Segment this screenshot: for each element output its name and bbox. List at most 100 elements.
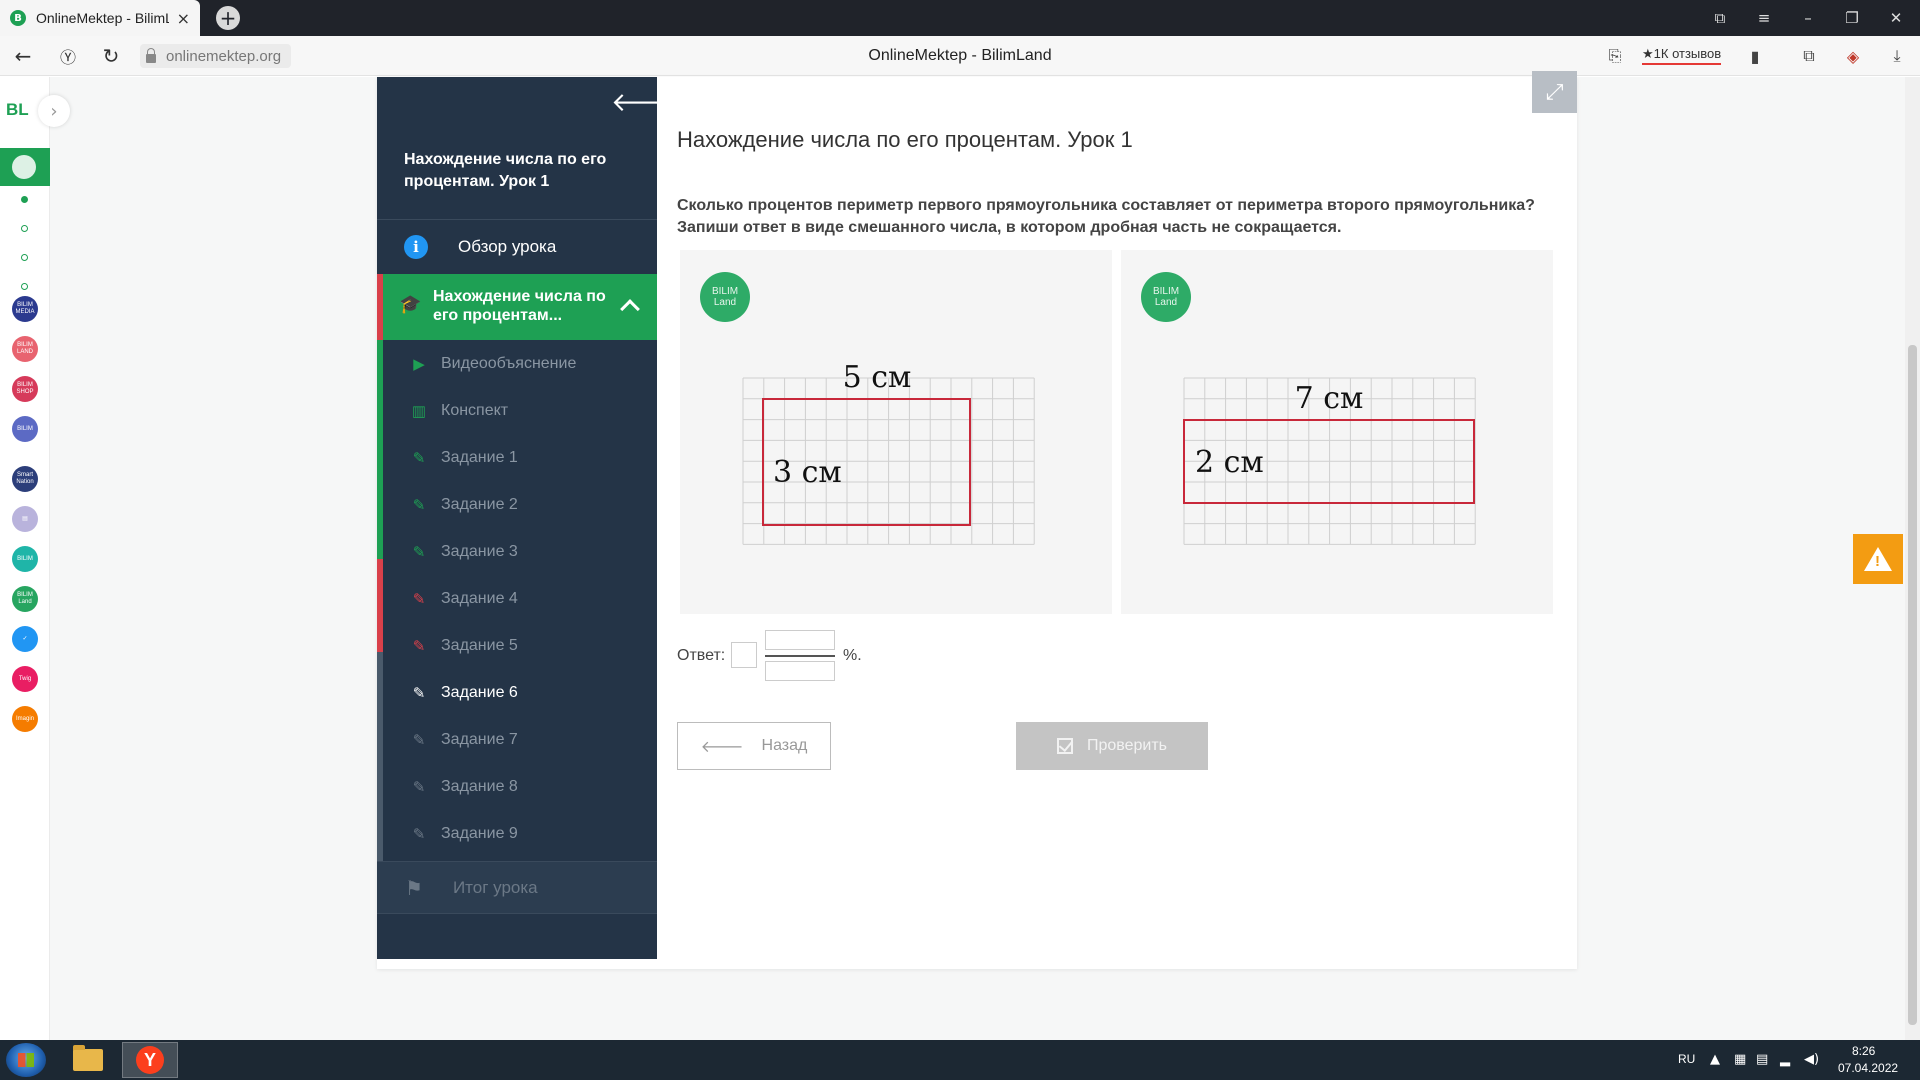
- sidebar-sub-item[interactable]: ✎ Задание 3: [383, 528, 657, 575]
- bookmarks-panel-icon[interactable]: ⧉: [1698, 0, 1742, 36]
- fraction-bar: [765, 655, 835, 657]
- bookmark-icon[interactable]: ▮: [1740, 36, 1770, 76]
- overview-label: Обзор урока: [458, 236, 557, 256]
- page-title: OnlineMektep - BilimLand: [868, 47, 1052, 64]
- sidebar-sub-item[interactable]: ✎ Задание 8: [383, 763, 657, 810]
- rail-app-icon[interactable]: Twig: [12, 666, 38, 692]
- chevron-up-icon: [620, 299, 640, 319]
- sidebar-sub-item-label: Задание 4: [441, 589, 518, 607]
- sidebar-sub-item[interactable]: ✎ Задание 2: [383, 481, 657, 528]
- rect2-width-label: 7 см: [1295, 381, 1364, 416]
- sidebar-sub-item[interactable]: ▥ Конспект: [383, 387, 657, 434]
- rail-dot[interactable]: [21, 283, 28, 290]
- rail-app-icon[interactable]: BILIM SHOP: [12, 376, 38, 402]
- scrollbar-thumb[interactable]: [1908, 345, 1917, 1025]
- back-arrow-icon[interactable]: ←: [5, 36, 41, 76]
- lesson-sub-list: ▶ Видеообъяснение ▥ Конспект ✎ Задание 1 ✎ Зада…: [377, 340, 657, 862]
- close-window-button[interactable]: ✕: [1874, 0, 1918, 36]
- sidebar-sub-item[interactable]: ✎ Задание 4: [383, 575, 657, 622]
- report-problem-button[interactable]: !: [1853, 534, 1903, 584]
- reviews-link[interactable]: ★1К отзывов: [1642, 46, 1722, 65]
- rail-expand-button[interactable]: ›: [38, 95, 70, 127]
- rail-app-icon[interactable]: BILIM: [12, 546, 38, 572]
- sidebar-sub-item-label: Задание 8: [441, 777, 518, 795]
- percent-suffix: %.: [843, 647, 862, 664]
- sidebar-item-active-lesson[interactable]: 🎓 Нахождение числа по его процентам...: [377, 274, 657, 340]
- taskbar-explorer[interactable]: [60, 1042, 116, 1078]
- sidebar-sub-item-label: Задание 2: [441, 495, 518, 513]
- warning-icon: !: [1864, 547, 1892, 571]
- collections-icon[interactable]: ⧉: [1794, 36, 1824, 76]
- sidebar-item-summary[interactable]: ⚑ Итог урока: [377, 861, 657, 914]
- clock-time[interactable]: 8:26: [1852, 1044, 1875, 1058]
- clock-date[interactable]: 07.04.2022: [1838, 1061, 1898, 1075]
- sidebar-sub-item-label: Конспект: [441, 401, 509, 419]
- tray-device-icon[interactable]: ▤: [1756, 1052, 1768, 1067]
- sidebar-item-overview[interactable]: i Обзор урока: [377, 220, 657, 273]
- rect2-height-label: 2 см: [1195, 445, 1264, 480]
- rail-app-icon[interactable]: BILIM Land: [12, 586, 38, 612]
- collapse-arrow-icon[interactable]: 🡐: [611, 87, 681, 118]
- favicon-icon: B: [10, 10, 26, 26]
- edit-icon: ✎: [412, 543, 426, 561]
- rail-item-onlinemektep[interactable]: [0, 148, 50, 186]
- sidebar-sub-item[interactable]: ✎ Задание 7: [383, 716, 657, 763]
- sidebar-sub-item-label: Видеообъяснение: [441, 354, 577, 372]
- menu-icon[interactable]: ≡: [1742, 0, 1786, 36]
- rail-app-icon[interactable]: BILIM LAND: [12, 336, 38, 362]
- address-bar: ← Ⓨ ↻ onlinemektep.org OnlineMektep - Bi…: [0, 36, 1920, 76]
- reload-icon[interactable]: ↻: [93, 36, 129, 76]
- rail-app-icon[interactable]: BILIM: [12, 416, 38, 442]
- language-indicator[interactable]: RU: [1678, 1052, 1695, 1066]
- rail-app-icon[interactable]: Imagin: [12, 706, 38, 732]
- volume-icon[interactable]: ◀): [1804, 1052, 1819, 1067]
- tray-app-icon[interactable]: ▦: [1734, 1052, 1746, 1067]
- fullscreen-button[interactable]: ⤢: [1532, 71, 1577, 113]
- sidebar-sub-item[interactable]: ▶ Видеообъяснение: [383, 340, 657, 387]
- whole-part-input[interactable]: [731, 642, 757, 668]
- expand-icon: ⤢: [1545, 79, 1564, 105]
- numerator-input[interactable]: [765, 630, 835, 650]
- network-icon[interactable]: ▂: [1780, 1052, 1790, 1067]
- browser-tab[interactable]: B OnlineMektep - BilimLand ×: [0, 0, 200, 36]
- minimize-button[interactable]: –: [1786, 0, 1830, 36]
- rail-app-icon[interactable]: Smart Nation: [12, 466, 38, 492]
- denominator-input[interactable]: [765, 661, 835, 681]
- new-tab-button[interactable]: +: [216, 6, 240, 30]
- sidebar-sub-item[interactable]: ✎ Задание 9: [383, 810, 657, 857]
- yandex-protect-icon[interactable]: Ⓨ: [50, 36, 86, 76]
- url-field[interactable]: onlinemektep.org: [140, 44, 292, 68]
- sidebar-sub-item[interactable]: ✎ Задание 5: [383, 622, 657, 669]
- taskbar-yandex-browser[interactable]: Y: [122, 1042, 178, 1078]
- edit-icon: ✎: [412, 684, 426, 702]
- download-icon[interactable]: ⤓: [1882, 36, 1912, 76]
- figure-panel-1: BILIM Land 5 см 3 см: [680, 250, 1112, 614]
- start-button[interactable]: [6, 1043, 46, 1077]
- sidebar-sub-item[interactable]: ✎ Задание 1: [383, 434, 657, 481]
- sidebar-sub-item-label: Задание 6: [441, 683, 518, 701]
- close-tab-icon[interactable]: ×: [177, 9, 190, 28]
- answer-label: Ответ:: [677, 647, 726, 664]
- edit-icon: ✎: [412, 637, 426, 655]
- rail-dot[interactable]: [21, 225, 28, 232]
- play-icon: ▶: [413, 355, 425, 373]
- check-button[interactable]: Проверить: [1016, 722, 1208, 770]
- rail-app-icon[interactable]: ✓: [12, 626, 38, 652]
- bilimland-logo[interactable]: BL: [6, 100, 29, 120]
- rail-dot[interactable]: [21, 196, 28, 203]
- show-hidden-icons-icon[interactable]: ▲: [1710, 1052, 1720, 1067]
- extension-icon[interactable]: ◈: [1838, 36, 1868, 76]
- sidebar-sub-item[interactable]: ✎ Задание 6: [383, 669, 657, 716]
- book-icon: ▥: [411, 402, 427, 420]
- translate-icon[interactable]: ⎘: [1600, 36, 1630, 76]
- browser-tab-bar: B OnlineMektep - BilimLand × + ⧉ ≡ – ❐ ✕: [0, 0, 1920, 36]
- rail-dot[interactable]: [21, 254, 28, 261]
- rail-app-icon[interactable]: BILIM MEDIA: [12, 296, 38, 322]
- grid-figure-1: 5 см 3 см: [742, 360, 1035, 545]
- restore-button[interactable]: ❐: [1830, 0, 1874, 36]
- rect1-height-label: 3 см: [773, 455, 842, 490]
- folder-icon: [73, 1045, 103, 1071]
- lesson-sidebar: 🡐 Нахождение числа по его процентам. Уро…: [377, 77, 681, 959]
- back-button[interactable]: 🡐 Назад: [677, 722, 831, 770]
- rail-app-icon[interactable]: ▤: [12, 506, 38, 532]
